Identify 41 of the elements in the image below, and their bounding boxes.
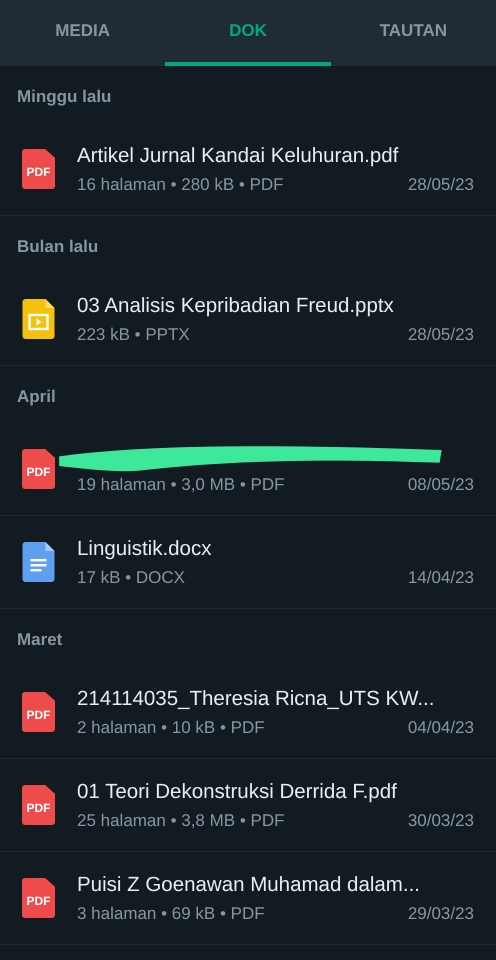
document-details: 17 kB • DOCX [77,568,185,588]
document-date: 29/03/23 [408,904,474,924]
document-item[interactable]: PDF 214114035_Theresia Ricna_UTS KW... 2 halaman • 10 kB • PDF 04/04/23 [0,666,496,759]
document-date: 28/05/23 [408,174,474,194]
pdf-file-icon: PDF [22,449,55,489]
document-date: 30/03/23 [408,810,474,830]
document-title: Linguistik.docx [77,536,212,562]
document-item[interactable]: Linguistik.docx 17 kB • DOCX 14/04/23 [0,516,496,609]
document-details: 16 halaman • 280 kB • PDF [77,174,284,194]
document-title: Artikel Jurnal Kandai Keluhuran.pdf [77,144,400,168]
document-title: 01 Teori Dekonstruksi Derrida F.pdf [77,780,398,804]
section-header: Minggu lalu [16,86,112,108]
document-details: 3 halaman • 69 kB • PDF [77,904,265,924]
document-title: 03 Analisis Kepribadian Freud.pptx [77,294,395,318]
document-details: 223 kB • PPTX [77,324,190,344]
slides-file-icon [22,299,55,339]
section-header: Bulan lalu [16,236,100,258]
document-date: 14/04/23 [408,568,474,588]
document-item[interactable]: PDF Puisi Z Goenawan Muhamad dalam... 3 halaman • 69 kB • PDF 29/03/23 [0,852,496,945]
document-date: 08/05/23 [408,474,474,494]
document-details: 2 halaman • 10 kB • PDF [77,718,265,738]
tab[interactable]: TAUTAN [330,0,496,66]
tab[interactable]: DOK [165,0,331,66]
pdf-file-icon: PDF [22,692,55,732]
pdf-file-icon: PDF [22,878,55,918]
document-details: 19 halaman • 3,0 MB • PDF [77,474,284,494]
section-header: Maret [16,629,64,651]
section-header: April [16,386,57,408]
document-title: 214114035_Theresia Ricna_UTS KW... [77,686,436,712]
pdf-file-icon: PDF [22,785,55,825]
tab[interactable]: MEDIA [0,0,166,66]
pdf-file-icon: PDF [22,149,55,189]
document-item[interactable]: PDF Artikel Jurnal Kandai Keluhuran.pdf 16 halaman • 280 kB • PDF 28/05/23 [0,123,496,216]
document-date: 28/05/23 [408,324,474,344]
document-file-icon [22,542,55,582]
document-details: 25 halaman • 3,8 MB • PDF [77,810,284,830]
document-item[interactable]: PDF 01 Teori Dekonstruksi Derrida F.pdf 25 halaman • 3,8 MB • PDF 30/03/23 [0,759,496,852]
document-item[interactable]: PDF 19 halaman • 3,0 MB • PDF 08/05/23 [0,423,496,516]
document-item[interactable]: 03 Analisis Kepribadian Freud.pptx 223 kB • PPTX 28/05/23 [0,273,496,366]
document-title: Puisi Z Goenawan Muhamad dalam... [77,872,421,898]
document-date: 04/04/23 [408,718,474,738]
